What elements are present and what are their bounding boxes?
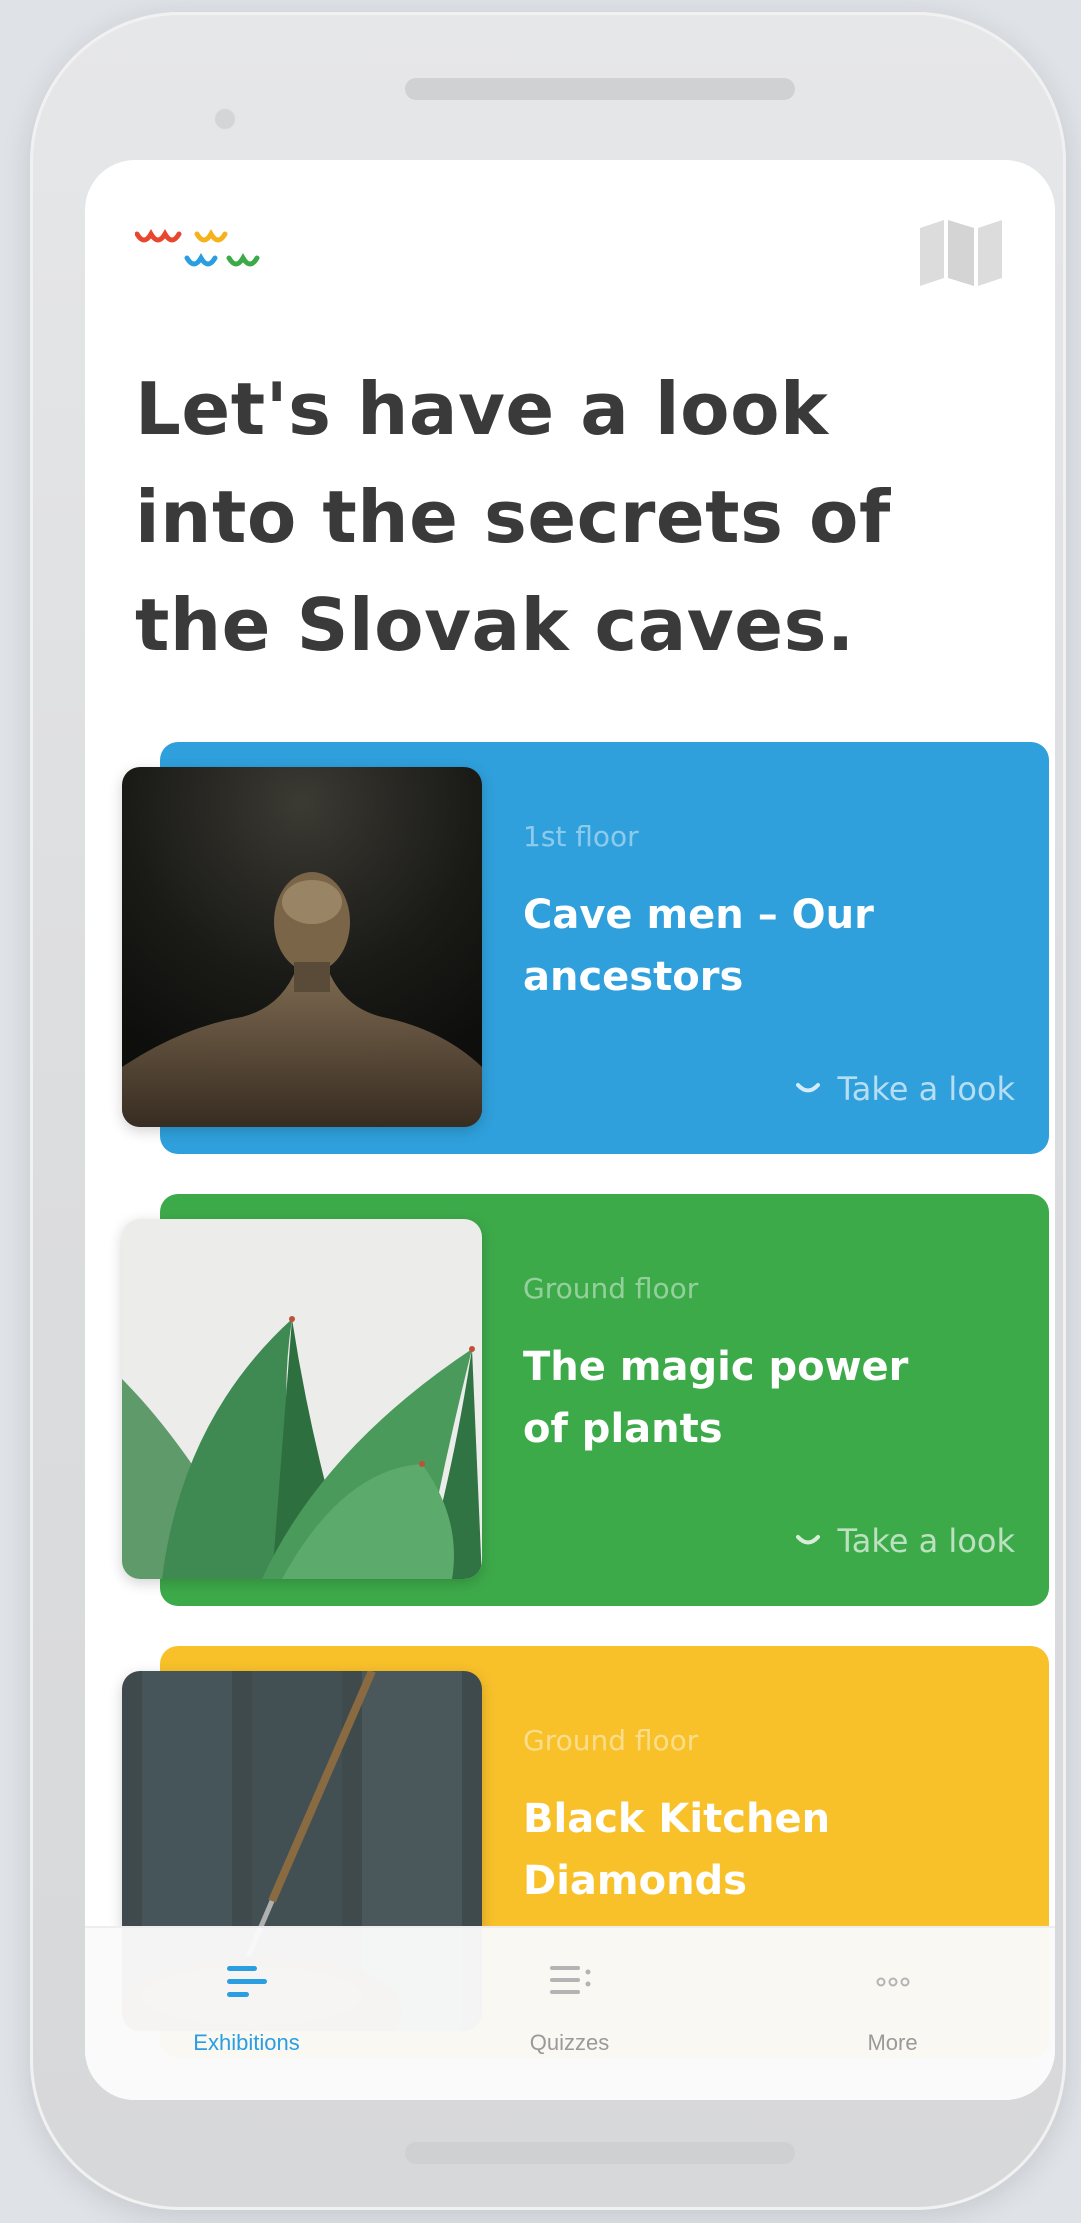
chevron-down-icon	[795, 1083, 820, 1093]
headline-line: into the secrets of	[135, 475, 891, 559]
bottom-tab-bar: Exhibitions Quizzes More	[85, 1926, 1055, 2100]
headline-line: Let's have a look	[135, 367, 829, 451]
card-title: Cave men – Our ancestors	[523, 884, 1003, 1008]
man-in-dark-photo	[122, 767, 482, 1127]
tab-more[interactable]: More	[731, 1928, 1054, 2100]
card-title: Black Kitchen Diamonds	[523, 1788, 1003, 1912]
exhibition-card-plants[interactable]: Ground floor The magic power of plants T…	[85, 1194, 1055, 1606]
tab-quizzes[interactable]: Quizzes	[408, 1928, 731, 2100]
card-title-line: The magic power	[523, 1344, 909, 1390]
chevron-down-icon	[795, 1535, 820, 1545]
take-a-look-label: Take a look	[837, 1070, 1015, 1108]
front-camera	[213, 107, 237, 131]
exhibition-card-cave-men[interactable]: 1st floor Cave men – Our ancestors Take …	[85, 742, 1055, 1154]
card-floor-label: Ground floor	[523, 1272, 699, 1305]
bottom-speaker	[405, 2142, 795, 2164]
card-title-line: Cave men – Our	[523, 892, 874, 938]
app-screen: Let's have a look into the secrets of th…	[85, 160, 1055, 2100]
more-dots-icon	[876, 1977, 909, 1987]
quiz-list-icon	[549, 1966, 590, 1994]
tab-label: More	[867, 2030, 918, 2055]
card-floor-label: 1st floor	[523, 820, 639, 853]
map-icon[interactable]	[918, 218, 1004, 288]
page-headline: Let's have a look into the secrets of th…	[135, 355, 1015, 679]
tab-exhibitions[interactable]: Exhibitions	[85, 1928, 408, 2100]
take-a-look-link[interactable]: Take a look	[795, 1522, 1015, 1560]
tab-label: Exhibitions	[193, 2030, 300, 2055]
succulent-plant-photo	[122, 1219, 482, 1579]
headline-line: the Slovak caves.	[135, 583, 855, 667]
tab-label: Quizzes	[529, 2030, 610, 2055]
card-title-line: ancestors	[523, 954, 744, 1000]
card-title-line: of plants	[523, 1406, 723, 1452]
card-title-line: Black Kitchen	[523, 1796, 831, 1842]
wawa-logo-icon	[135, 229, 260, 267]
earpiece-speaker	[405, 78, 795, 100]
card-title: The magic power of plants	[523, 1336, 1003, 1460]
take-a-look-label: Take a look	[837, 1522, 1015, 1560]
list-icon	[226, 1966, 267, 1997]
card-floor-label: Ground floor	[523, 1724, 699, 1757]
take-a-look-link[interactable]: Take a look	[795, 1070, 1015, 1108]
card-title-line: Diamonds	[523, 1858, 747, 1904]
